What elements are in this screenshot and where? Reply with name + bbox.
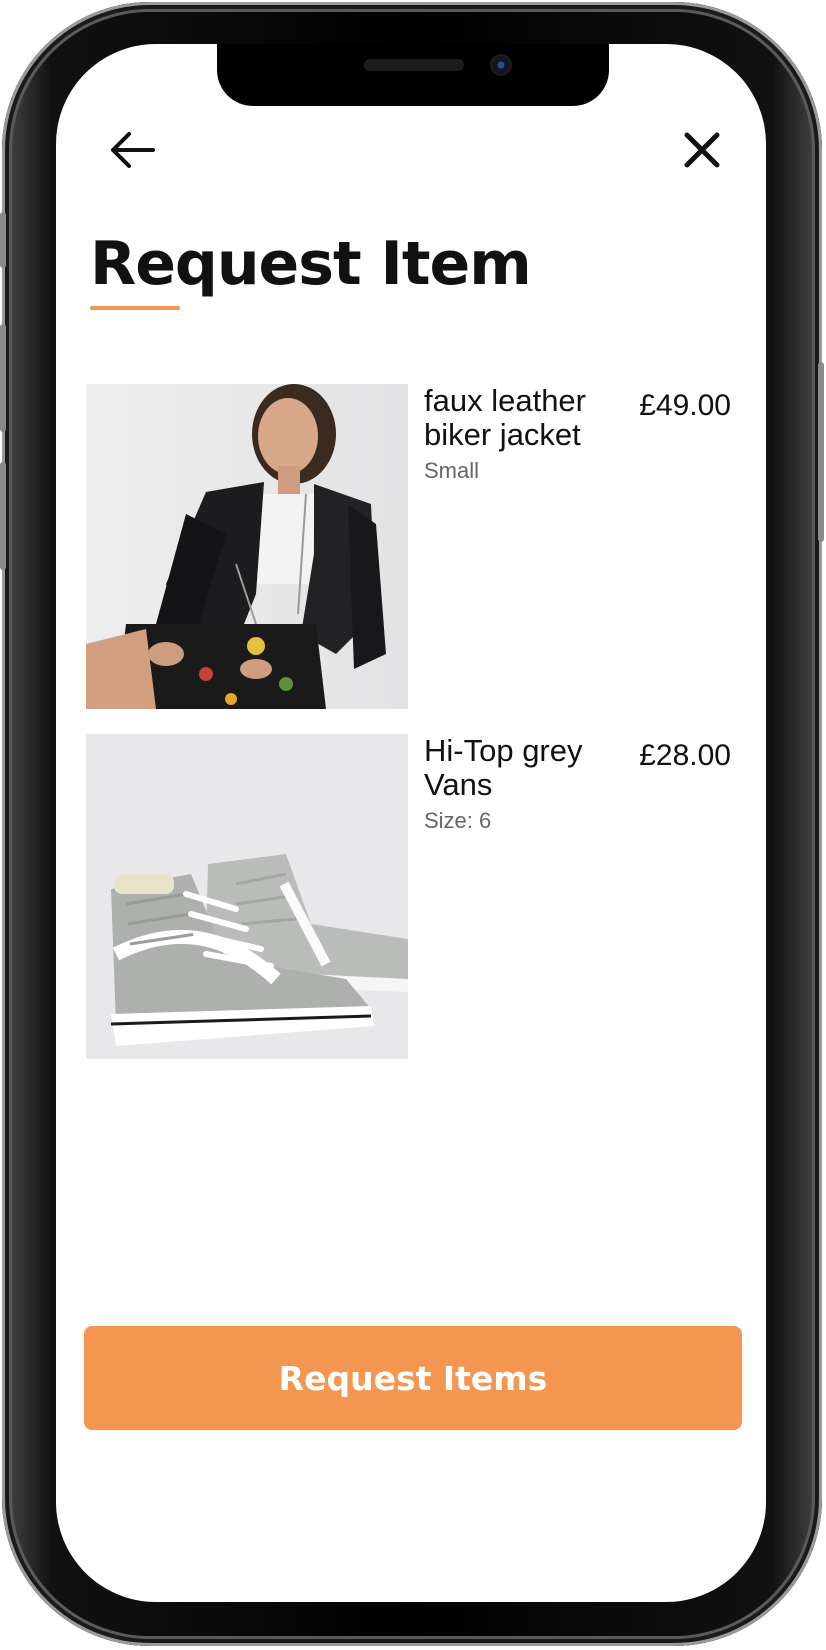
item-price: £28.00 bbox=[639, 739, 731, 772]
front-camera-icon bbox=[490, 54, 512, 76]
list-item[interactable]: faux leather biker jacket Small £49.00 bbox=[86, 384, 736, 709]
back-button[interactable] bbox=[106, 124, 158, 176]
phone-notch bbox=[217, 44, 609, 106]
arrow-left-icon bbox=[111, 132, 155, 168]
item-name: faux leather biker jacket bbox=[424, 383, 586, 452]
item-image-jacket bbox=[86, 384, 408, 709]
list-item[interactable]: Hi-Top grey Vans Size: 6 £28.00 bbox=[86, 734, 736, 1059]
volume-down-button bbox=[0, 462, 6, 570]
title-underline bbox=[90, 306, 180, 310]
request-item-list: faux leather biker jacket Small £49.00 H… bbox=[86, 384, 736, 1084]
close-button[interactable] bbox=[676, 124, 728, 176]
mute-switch bbox=[0, 212, 6, 268]
close-icon bbox=[684, 132, 720, 168]
power-button bbox=[818, 362, 824, 542]
page-title: Request Item bbox=[90, 229, 532, 299]
item-name: Hi-Top grey Vans bbox=[424, 733, 583, 802]
item-price: £49.00 bbox=[639, 389, 731, 422]
item-size: Size: 6 bbox=[424, 808, 492, 833]
item-image-vans bbox=[86, 734, 408, 1059]
volume-up-button bbox=[0, 324, 6, 432]
item-size: Small bbox=[424, 458, 480, 483]
app-screen: Request Item faux leather biker jacket S… bbox=[56, 44, 766, 1602]
speaker-grille bbox=[364, 59, 464, 71]
request-items-button[interactable]: Request Items bbox=[84, 1326, 742, 1430]
